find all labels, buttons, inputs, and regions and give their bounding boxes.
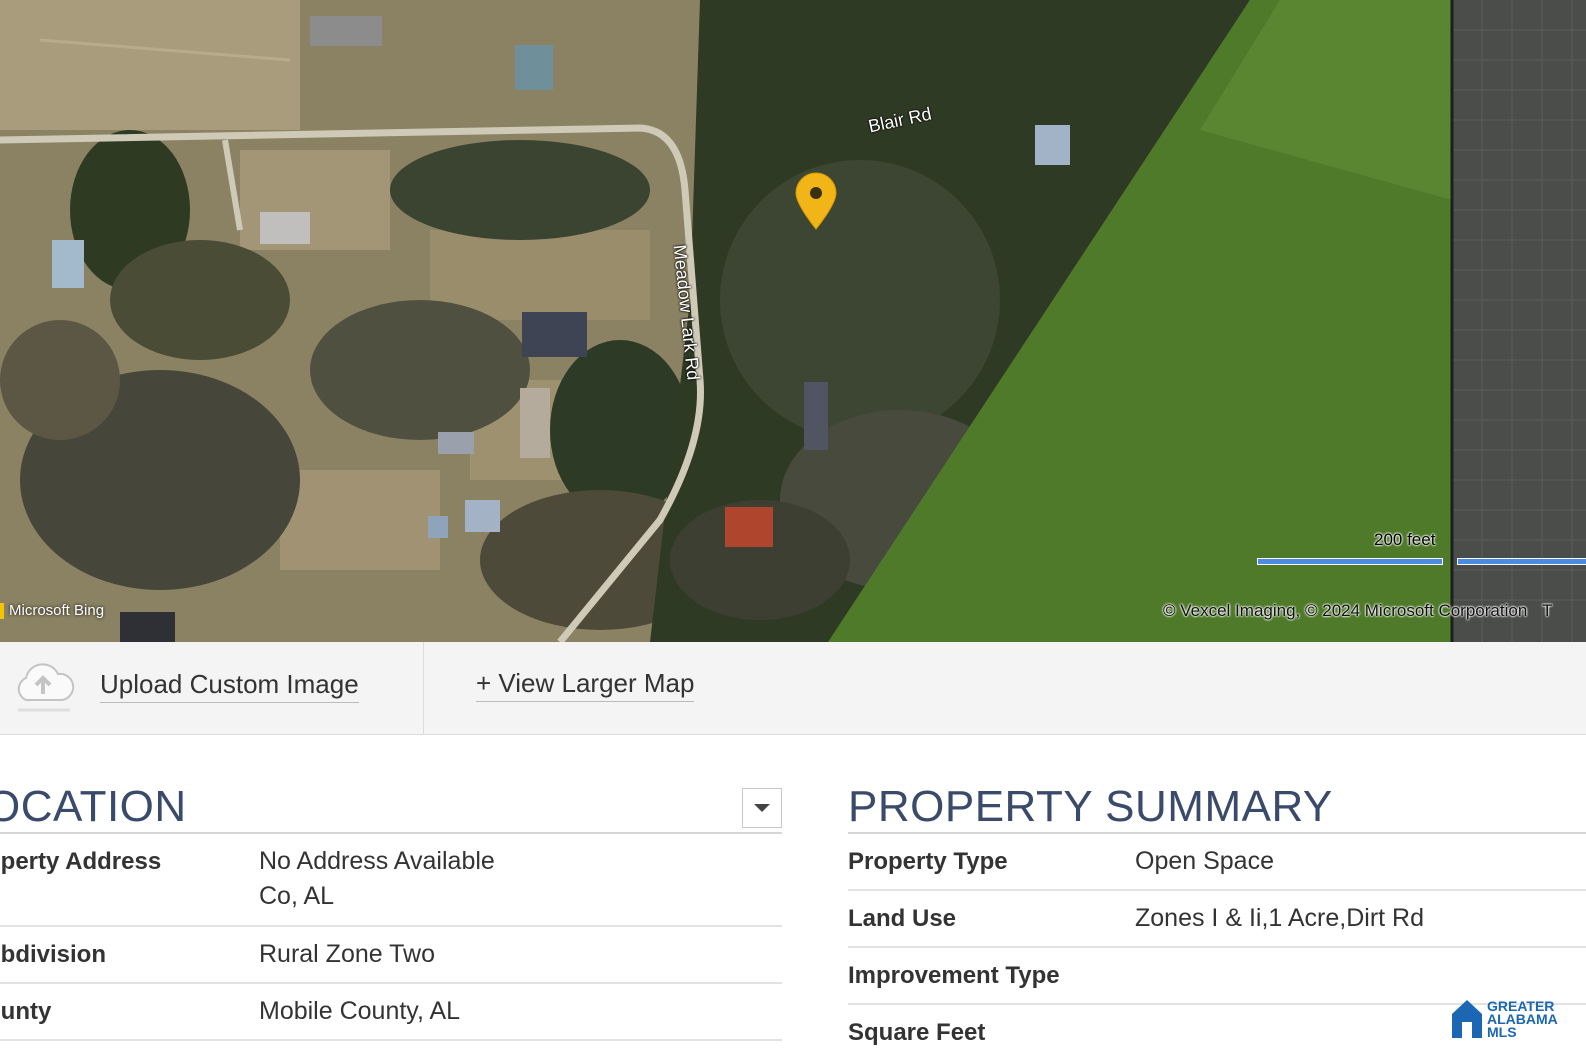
subdivision-value: Rural Zone Two — [259, 940, 436, 968]
address-label: operty Address — [0, 848, 162, 875]
map-scale-label: 200 feet — [1374, 530, 1436, 549]
cloud-upload-icon — [17, 663, 75, 712]
county-label: ounty — [0, 998, 52, 1025]
bing-label: Microsoft Bing — [9, 602, 105, 619]
address-line-1: No Address Available — [259, 847, 495, 875]
view-larger-map-link[interactable]: + View Larger Map — [476, 668, 695, 702]
summary-title: PROPERTY SUMMARY — [848, 782, 1333, 831]
location-row-county: ounty Mobile County, AL — [0, 984, 782, 1041]
house-logo-icon — [1452, 1000, 1482, 1038]
property-type-label: Property Type — [848, 848, 1008, 875]
location-title: OCATION — [0, 782, 187, 831]
location-collapse-button[interactable] — [742, 788, 782, 828]
upload-custom-image-button[interactable]: Upload Custom Image — [10, 658, 359, 714]
location-row-subdivision: ubdivision Rural Zone Two — [0, 927, 782, 984]
summary-header: PROPERTY SUMMARY — [848, 770, 1586, 834]
summary-row-improvement-type: Improvement Type — [848, 948, 1586, 1005]
location-section: OCATION operty Address No Address Availa… — [0, 770, 782, 1041]
land-use-label: Land Use — [848, 905, 957, 932]
logo-line-3: MLS — [1487, 1023, 1517, 1040]
county-value: Mobile County, AL — [259, 997, 461, 1025]
map-copyright-tail: T — [1542, 601, 1553, 620]
bing-logo-icon — [0, 602, 4, 619]
improvement-type-label: Improvement Type — [848, 962, 1060, 989]
chevron-down-icon — [754, 804, 770, 812]
summary-row-land-use: Land Use Zones I & Ii,1 Acre,Dirt Rd — [848, 891, 1586, 948]
upload-custom-image-label[interactable]: Upload Custom Image — [100, 669, 359, 703]
address-value: No Address Available Co, AL — [259, 844, 495, 914]
summary-row-property-type: Property Type Open Space — [848, 834, 1586, 891]
map-scale-bar-extension — [1457, 558, 1586, 565]
location-header: OCATION — [0, 770, 782, 834]
action-divider — [423, 642, 424, 734]
greater-alabama-mls-logo: GREATER ALABAMA MLS — [1450, 998, 1558, 1040]
map-view[interactable]: Blair Rd Meadow Lark Rd 200 feet © Vexce… — [0, 0, 1586, 642]
location-row-address: operty Address No Address Available Co, … — [0, 834, 782, 927]
property-type-value: Open Space — [1135, 847, 1274, 875]
map-copyright: © Vexcel Imaging, © 2024 Microsoft Corpo… — [1163, 601, 1552, 621]
logo-text: GREATER ALABAMA MLS — [1487, 999, 1558, 1040]
subdivision-label: ubdivision — [0, 941, 106, 968]
satellite-imagery — [0, 0, 1586, 642]
address-line-2: Co, AL — [259, 882, 335, 910]
square-feet-label: Square Feet — [848, 1019, 986, 1046]
map-action-bar: Upload Custom Image + View Larger Map — [0, 642, 1586, 735]
map-copyright-text: © Vexcel Imaging, © 2024 Microsoft Corpo… — [1163, 601, 1528, 620]
bing-attribution: Microsoft Bing — [0, 602, 104, 619]
map-scale-bar — [1257, 558, 1443, 565]
land-use-value: Zones I & Ii,1 Acre,Dirt Rd — [1135, 904, 1424, 932]
